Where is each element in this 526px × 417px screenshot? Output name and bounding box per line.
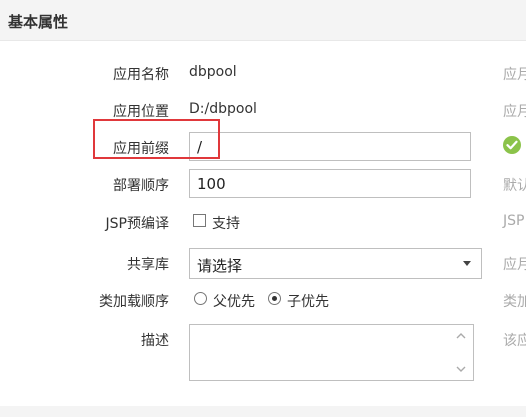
app-name-value: dbpool: [189, 64, 237, 80]
jsp-precompile-hint: JSP: [503, 213, 525, 229]
app-name-hint: 应月: [503, 67, 526, 83]
app-location-value: D:/dbpool: [189, 101, 257, 117]
shared-lib-selected: 请选择: [197, 257, 243, 275]
jsp-precompile-label: JSP预编译: [105, 216, 169, 232]
deploy-order-hint: 默认: [503, 178, 526, 194]
section-header: 基本属性: [0, 0, 526, 41]
next-section-header: [0, 406, 526, 417]
shared-lib-label: 共享库: [127, 257, 169, 273]
jsp-precompile-checkbox[interactable]: [193, 214, 206, 227]
description-textarea[interactable]: [189, 324, 474, 381]
highlight-box: [93, 119, 220, 159]
app-name-label: 应用名称: [113, 67, 169, 83]
description-label: 描述: [141, 333, 169, 349]
shared-lib-select[interactable]: 请选择: [189, 248, 482, 279]
shared-lib-hint: 应月: [503, 257, 526, 273]
deploy-order-label: 部署顺序: [113, 178, 169, 194]
app-location-label: 应用位置: [113, 104, 169, 120]
section-title: 基本属性: [8, 13, 69, 31]
description-hint: 该应: [503, 333, 526, 349]
radio-child-first[interactable]: [268, 292, 281, 305]
scroll-down-icon[interactable]: [455, 364, 467, 374]
class-load-order-label: 类加载顺序: [99, 294, 169, 310]
app-prefix-input[interactable]: /: [189, 132, 471, 161]
radio-child-first-label: 子优先: [287, 294, 329, 310]
chevron-down-icon: [463, 261, 471, 266]
class-load-order-hint: 类加: [503, 294, 526, 310]
app-location-hint: 应月: [503, 104, 526, 120]
jsp-precompile-option-label: 支持: [212, 216, 240, 232]
check-circle-icon: [503, 136, 521, 154]
radio-parent-first[interactable]: [194, 292, 207, 305]
radio-parent-first-label: 父优先: [213, 294, 255, 310]
deploy-order-input[interactable]: 100: [189, 169, 471, 198]
scroll-up-icon[interactable]: [455, 331, 467, 341]
